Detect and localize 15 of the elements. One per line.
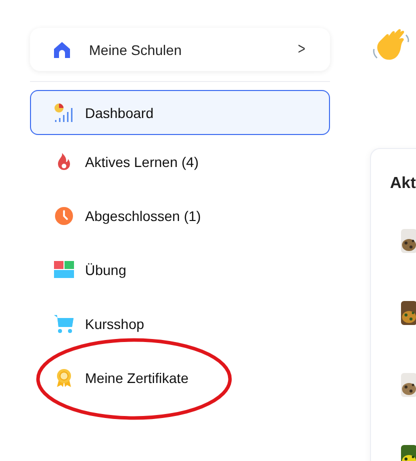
- clock-icon: [54, 206, 74, 226]
- chart-icon: [54, 102, 74, 122]
- nav-item[interactable]: Dashboard: [30, 90, 330, 135]
- section-heading: Akt: [390, 174, 416, 194]
- nav-item[interactable]: Abgeschlossen (1): [30, 194, 330, 238]
- schools-button[interactable]: Meine Schulen >: [30, 28, 330, 71]
- nav-item[interactable]: Übung: [30, 248, 330, 292]
- award-icon: [54, 368, 74, 388]
- house-icon: [53, 40, 71, 58]
- nav-item[interactable]: Aktives Lernen (4): [30, 140, 330, 184]
- chevron-icon: >: [298, 40, 306, 58]
- nav-item[interactable]: Meine Zertifikate: [30, 356, 330, 400]
- nav-item[interactable]: Kursshop: [30, 302, 330, 346]
- cart-icon: [54, 314, 74, 334]
- tiles-icon: [54, 260, 74, 280]
